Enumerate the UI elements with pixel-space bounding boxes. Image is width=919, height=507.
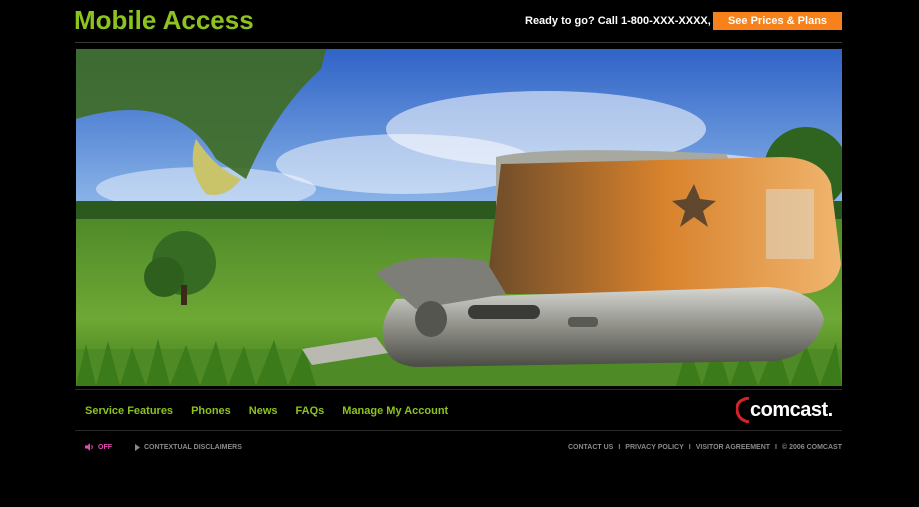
comcast-swoosh-icon [736, 397, 750, 423]
nav-faqs[interactable]: FAQs [296, 404, 325, 418]
link-separator: I [688, 444, 691, 451]
call-to-action-text: Ready to go? Call 1-800-XXX-XXXX, or [525, 15, 725, 27]
speaker-icon [85, 443, 93, 451]
footer-divider [75, 430, 842, 431]
footer-links: CONTACT US I PRIVACY POLICY I VISITOR AG… [568, 444, 842, 451]
nav-service-features[interactable]: Service Features [85, 404, 173, 418]
visitor-agreement-link[interactable]: VISITOR AGREEMENT [696, 444, 770, 451]
disclaimer-label: CONTEXTUAL DISCLAIMERS [144, 444, 242, 451]
link-separator: I [618, 444, 621, 451]
see-prices-plans-button[interactable]: See Prices & Plans [713, 12, 842, 30]
contextual-disclaimers-link[interactable]: CONTEXTUAL DISCLAIMERS [135, 444, 242, 451]
main-nav: Service Features Phones News FAQs Manage… [85, 404, 448, 418]
link-separator: I [775, 444, 777, 451]
hero-illustration [76, 49, 842, 386]
page-title: Mobile Access [74, 5, 254, 35]
contact-us-link[interactable]: CONTACT US [568, 444, 613, 451]
privacy-policy-link[interactable]: PRIVACY POLICY [625, 444, 683, 451]
hero-divider [75, 389, 842, 390]
sound-toggle-label: OFF [98, 443, 112, 451]
comcast-logo[interactable]: comcast. [736, 396, 844, 424]
header-divider [75, 42, 842, 43]
nav-phones[interactable]: Phones [191, 404, 231, 418]
nav-news[interactable]: News [249, 404, 278, 418]
hero-banner [76, 49, 842, 386]
copyright-text: © 2006 COMCAST [781, 444, 842, 451]
triangle-right-icon [135, 444, 140, 451]
comcast-wordmark: comcast. [750, 399, 833, 421]
nav-manage-my-account[interactable]: Manage My Account [342, 404, 448, 418]
sound-toggle[interactable]: OFF [85, 443, 112, 451]
